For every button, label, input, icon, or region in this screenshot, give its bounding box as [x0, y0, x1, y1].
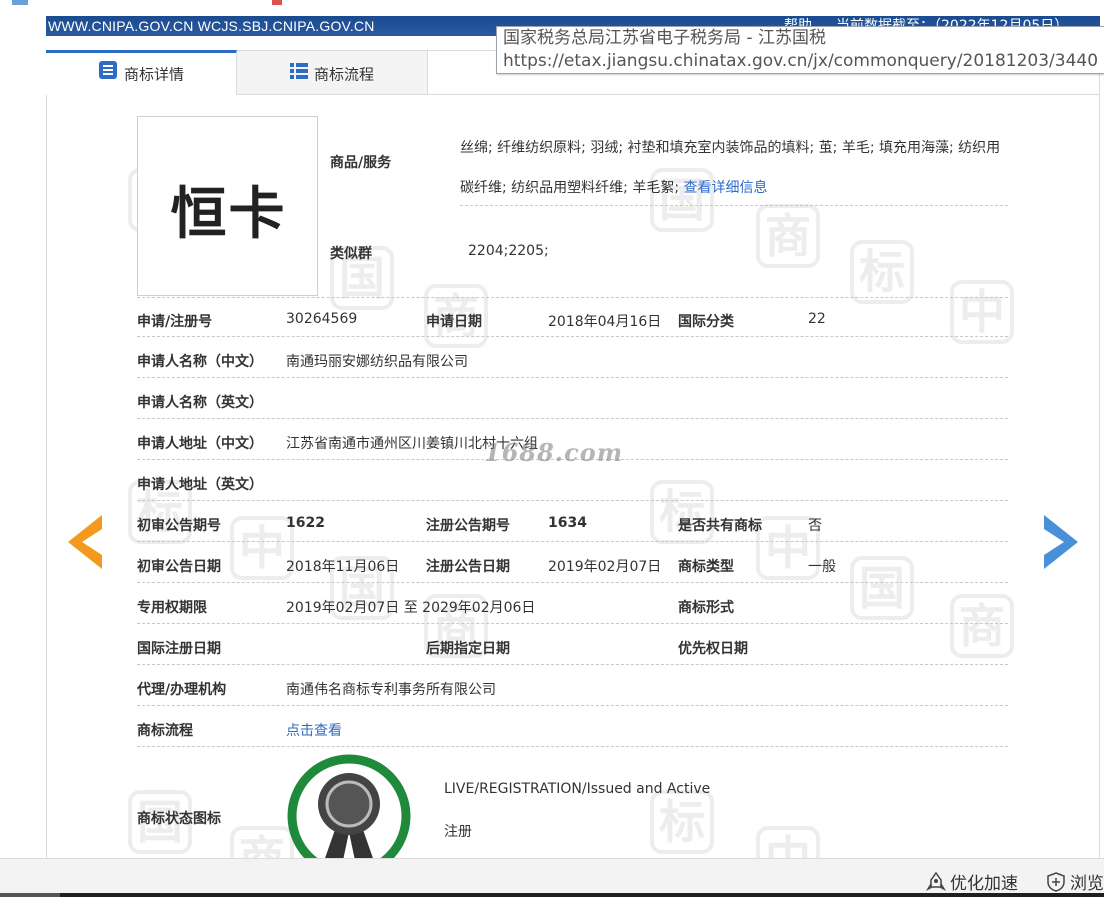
optimize-button[interactable]: 优化加速 — [926, 869, 1018, 894]
link-tooltip: 国家税务总局江苏省电子税务局 - 江苏国税 https://etax.jiang… — [496, 26, 1104, 74]
reg-date-label: 注册公告日期 — [426, 559, 510, 575]
reg-date-value: 2019年02月07日 — [548, 559, 662, 575]
shared-label: 是否共有商标 — [678, 518, 762, 534]
row-agent: 代理/办理机构 南通伟名商标专利事务所有限公司 — [137, 666, 1008, 706]
shield-icon — [1047, 871, 1065, 892]
status-chinese: 注册 — [444, 824, 472, 840]
applicant-cn-label: 申请人名称（中文） — [137, 354, 263, 370]
row-trademark-flow: 商标流程 点击查看 — [137, 707, 1008, 747]
similar-group-value: 2204;2205; — [468, 243, 549, 259]
row-applicant-en: 申请人名称（英文） — [137, 379, 1008, 419]
next-arrow-icon[interactable] — [1042, 515, 1078, 573]
priority-label: 优先权日期 — [678, 641, 748, 657]
reg-no-value: 1634 — [548, 515, 587, 531]
prelim-date-label: 初审公告日期 — [137, 559, 221, 575]
address-cn-label: 申请人地址（中文） — [137, 436, 263, 452]
document-list-icon — [98, 54, 118, 96]
agent-value: 南通伟名商标专利事务所有限公司 — [286, 682, 496, 698]
type-label: 商标类型 — [678, 559, 734, 575]
view-details-link[interactable]: 查看详细信息 — [684, 180, 768, 196]
applicant-en-label: 申请人名称（英文） — [137, 395, 263, 411]
intl-reg-date-label: 国际注册日期 — [137, 641, 221, 657]
row-preliminary-number: 初审公告期号 1622 注册公告期号 1634 是否共有商标 否 — [137, 502, 1008, 542]
later-date-label: 后期指定日期 — [426, 641, 510, 657]
site-url: WWW.CNIPA.GOV.CN WCJS.SBJ.CNIPA.GOV.CN — [48, 18, 375, 34]
tooltip-title: 国家税务总局江苏省电子税务局 - 江苏国税 — [503, 28, 826, 48]
intl-class-value: 22 — [808, 311, 826, 327]
tab-label: 商标流程 — [313, 65, 374, 84]
list-grid-icon — [289, 52, 308, 98]
tab-label: 商标详情 — [123, 65, 184, 84]
flow-label: 商标流程 — [137, 723, 193, 739]
browse-protect-button[interactable]: 浏览 — [1046, 869, 1104, 894]
row-intl-registration: 国际注册日期 后期指定日期 优先权日期 — [137, 625, 1008, 665]
term-label: 专用权期限 — [137, 600, 207, 616]
status-icon-label: 商标状态图标 — [137, 811, 221, 827]
form-label: 商标形式 — [678, 600, 734, 616]
toolbar-fragment-icon — [272, 0, 282, 5]
app-date-label: 申请日期 — [426, 314, 482, 330]
trademark-image: 恒卡 — [137, 116, 318, 296]
intl-class-label: 国际分类 — [678, 314, 734, 330]
divider — [460, 205, 1008, 206]
row-exclusive-term: 专用权期限 2019年02月07日 至 2029年02月06日 商标形式 — [137, 584, 1008, 624]
tooltip-url: https://etax.jiangsu.chinatax.gov.cn/jx/… — [503, 51, 1099, 71]
address-en-label: 申请人地址（英文） — [137, 477, 263, 493]
browser-status-bar: 优化加速 浏览 — [0, 858, 1104, 897]
row-preliminary-date: 初审公告日期 2018年11月06日 注册公告日期 2019年02月07日 商标… — [137, 543, 1008, 583]
view-flow-link[interactable]: 点击查看 — [286, 720, 342, 740]
row-application-number: 申请/注册号 30264569 申请日期 2018年04月16日 国际分类 22 — [137, 297, 1008, 337]
tab-trademark-flow[interactable]: 商标流程 — [237, 50, 428, 94]
prelim-date-value: 2018年11月06日 — [286, 559, 400, 575]
status-english: LIVE/REGISTRATION/Issued and Active — [444, 781, 711, 797]
term-value: 2019年02月07日 至 2029年02月06日 — [286, 600, 536, 616]
row-applicant-cn: 申请人名称（中文） 南通玛丽安娜纺织品有限公司 — [137, 338, 1008, 378]
registration-seal-icon — [287, 752, 411, 858]
app-no-value: 30264569 — [286, 311, 358, 327]
prelim-no-value: 1622 — [286, 515, 325, 531]
type-value: 一般 — [808, 559, 836, 575]
watermark-text: 1688.com — [484, 438, 624, 467]
prelim-no-label: 初审公告期号 — [137, 518, 221, 534]
browser-top-strip — [0, 0, 1104, 12]
prev-arrow-icon[interactable] — [68, 515, 104, 573]
applicant-cn-value: 南通玛丽安娜纺织品有限公司 — [286, 354, 468, 370]
reg-no-label: 注册公告期号 — [426, 518, 510, 534]
optimize-label: 优化加速 — [950, 874, 1018, 894]
goods-services-text: 丝绵; 纤维纺织原料; 羽绒; 衬垫和填充室内装饰品的填料; 茧; 羊毛; 填充… — [460, 128, 1005, 208]
taskbar-edge — [0, 893, 1104, 897]
tab-trademark-details[interactable]: 商标详情 — [46, 50, 237, 95]
rocket-icon — [926, 871, 946, 891]
agent-label: 代理/办理机构 — [137, 682, 227, 698]
browse-label: 浏览 — [1070, 874, 1104, 894]
app-no-label: 申请/注册号 — [137, 314, 213, 330]
goods-services-label: 商品/服务 — [330, 155, 392, 171]
app-date-value: 2018年04月16日 — [548, 314, 662, 330]
row-address-en: 申请人地址（英文） — [137, 461, 1008, 501]
similar-group-label: 类似群 — [330, 246, 372, 262]
toolbar-fragment-icon — [12, 0, 28, 5]
trademark-mark-text: 恒卡 — [170, 182, 287, 247]
shared-value: 否 — [808, 518, 822, 534]
